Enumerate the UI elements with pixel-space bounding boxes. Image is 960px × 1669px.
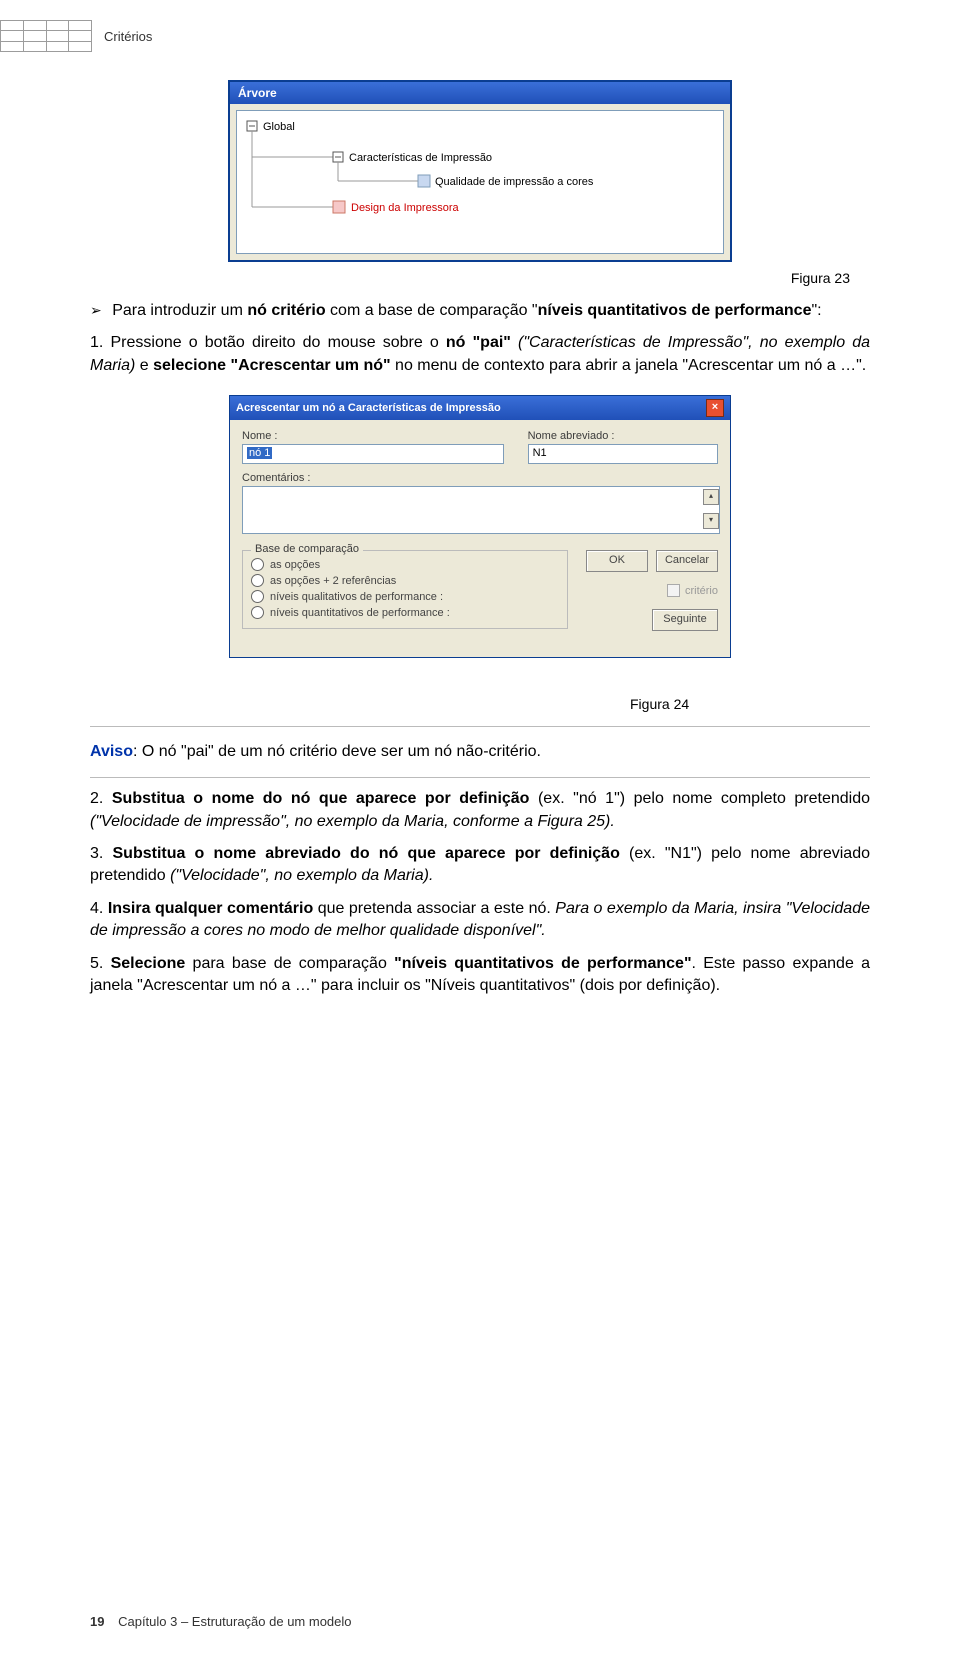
step1-num: 1.: [90, 334, 110, 351]
tree-node-child2: Design da Impressora: [351, 202, 459, 214]
tree-node-grandchild: Qualidade de impressão a cores: [435, 176, 594, 188]
step5-b2: "níveis quantitativos de performance": [394, 955, 691, 972]
page-footer: 19 Capítulo 3 – Estruturação de um model…: [90, 1614, 352, 1629]
step3-paragraph: 3. Substitua o nome abreviado do nó que …: [90, 843, 870, 888]
intro-t3: ":: [811, 302, 821, 319]
step1-paragraph: 1. Pressione o botão direito do mouse so…: [90, 332, 870, 377]
chapter-label: Capítulo 3 – Estruturação de um modelo: [118, 1614, 351, 1629]
step1-t3: no menu de contexto para abrir a janela …: [391, 357, 688, 374]
tree-box: Global Características de Impressão Qual…: [236, 110, 724, 254]
step3-num: 3.: [90, 845, 113, 862]
table-icon: [0, 20, 92, 52]
step1-b2: selecione "Acrescentar um nó": [153, 357, 390, 374]
abrev-value: N1: [533, 447, 547, 459]
tree-panel-title: Árvore: [230, 82, 730, 104]
divider-bottom: [90, 777, 870, 778]
intro-b2: níveis quantitativos de performance: [538, 302, 812, 319]
tree-node-root: Global: [263, 121, 295, 133]
bullet-icon: ➢: [90, 301, 102, 321]
radio-option-1[interactable]: as opções + 2 referências: [251, 574, 559, 587]
ok-button[interactable]: OK: [586, 550, 648, 572]
step1-b1: nó "pai": [446, 334, 511, 351]
step4-b1: Insira qualquer comentário: [108, 900, 313, 917]
coment-label: Comentários :: [242, 472, 718, 484]
divider-top: [90, 726, 870, 727]
intro-b1: nó critério: [247, 302, 325, 319]
scroll-arrows[interactable]: ▴ ▾: [703, 489, 717, 529]
page-number: 19: [90, 1614, 104, 1629]
intro-t1: Para introduzir um: [112, 302, 247, 319]
dialog-titlebar: Acrescentar um nó a Características de I…: [230, 396, 730, 420]
figure24-caption: Figura 24: [90, 666, 870, 712]
step4-t1: que pretenda associar a este nó.: [313, 900, 555, 917]
nome-label: Nome :: [242, 430, 504, 442]
step2-paragraph: 2. Substitua o nome do nó que aparece po…: [90, 788, 870, 833]
intro-paragraph: ➢ Para introduzir um nó critério com a b…: [90, 300, 870, 322]
coment-textarea[interactable]: ▴ ▾: [242, 486, 720, 534]
step4-num: 4.: [90, 900, 108, 917]
aviso-text: : O nó "pai" de um nó critério deve ser …: [133, 743, 541, 760]
criterio-checkbox: critério: [667, 584, 718, 597]
step5-paragraph: 5. Selecione para base de comparação "ní…: [90, 953, 870, 998]
step1-t2: e: [140, 357, 153, 374]
abrev-label: Nome abreviado :: [528, 430, 718, 442]
seguinte-button[interactable]: Seguinte: [652, 609, 718, 631]
step5-num: 5.: [90, 955, 111, 972]
step3-i1: ("Velocidade", no exemplo da Maria).: [170, 867, 433, 884]
nome-value: nó 1: [247, 447, 272, 459]
dialog-title: Acrescentar um nó a Características de I…: [236, 402, 501, 414]
cancel-button[interactable]: Cancelar: [656, 550, 718, 572]
radio-option-3[interactable]: níveis quantitativos de performance :: [251, 606, 559, 619]
step2-i1: ("Velocidade de impressão", no exemplo d…: [90, 813, 615, 830]
step5-t1: para base de comparação: [185, 955, 394, 972]
step3-b1: Substitua o nome abreviado do nó que apa…: [113, 845, 620, 862]
figure23-caption: Figura 23: [90, 270, 870, 286]
aviso-paragraph: Aviso: O nó "pai" de um nó critério deve…: [90, 743, 870, 761]
step4-paragraph: 4. Insira qualquer comentário que preten…: [90, 898, 870, 943]
intro-t2: com a base de comparação ": [326, 302, 538, 319]
step2-b1: Substitua o nome do nó que aparece por d…: [112, 790, 530, 807]
tree-panel-screenshot: Árvore Global Características de Impress…: [228, 80, 732, 262]
tree-node-child1: Características de Impressão: [349, 152, 492, 164]
step2-num: 2.: [90, 790, 112, 807]
radio-option-2[interactable]: níveis qualitativos de performance :: [251, 590, 559, 603]
nome-input[interactable]: nó 1: [242, 444, 504, 464]
arrow-up-icon[interactable]: ▴: [703, 489, 719, 505]
page: Critérios Árvore Global Características …: [0, 0, 960, 1669]
arrow-down-icon[interactable]: ▾: [703, 513, 719, 529]
page-header: Critérios: [0, 20, 152, 52]
step1-t4: Acrescentar um nó a …".: [688, 357, 866, 374]
radio-option-0[interactable]: as opções: [251, 558, 559, 571]
step2-t1: (ex. "nó 1") pelo nome completo pretendi…: [529, 790, 870, 807]
step5-b1: Selecione: [111, 955, 186, 972]
tree-svg: Global Características de Impressão Qual…: [243, 117, 723, 227]
close-icon[interactable]: ×: [706, 399, 724, 417]
header-label: Critérios: [104, 29, 152, 44]
dialog-screenshot: Acrescentar um nó a Características de I…: [229, 395, 731, 658]
abrev-input[interactable]: N1: [528, 444, 718, 464]
aviso-label: Aviso: [90, 743, 133, 760]
step1-t1: Pressione o botão direito do mouse sobre…: [110, 334, 445, 351]
fieldset-legend: Base de comparação: [251, 543, 363, 555]
